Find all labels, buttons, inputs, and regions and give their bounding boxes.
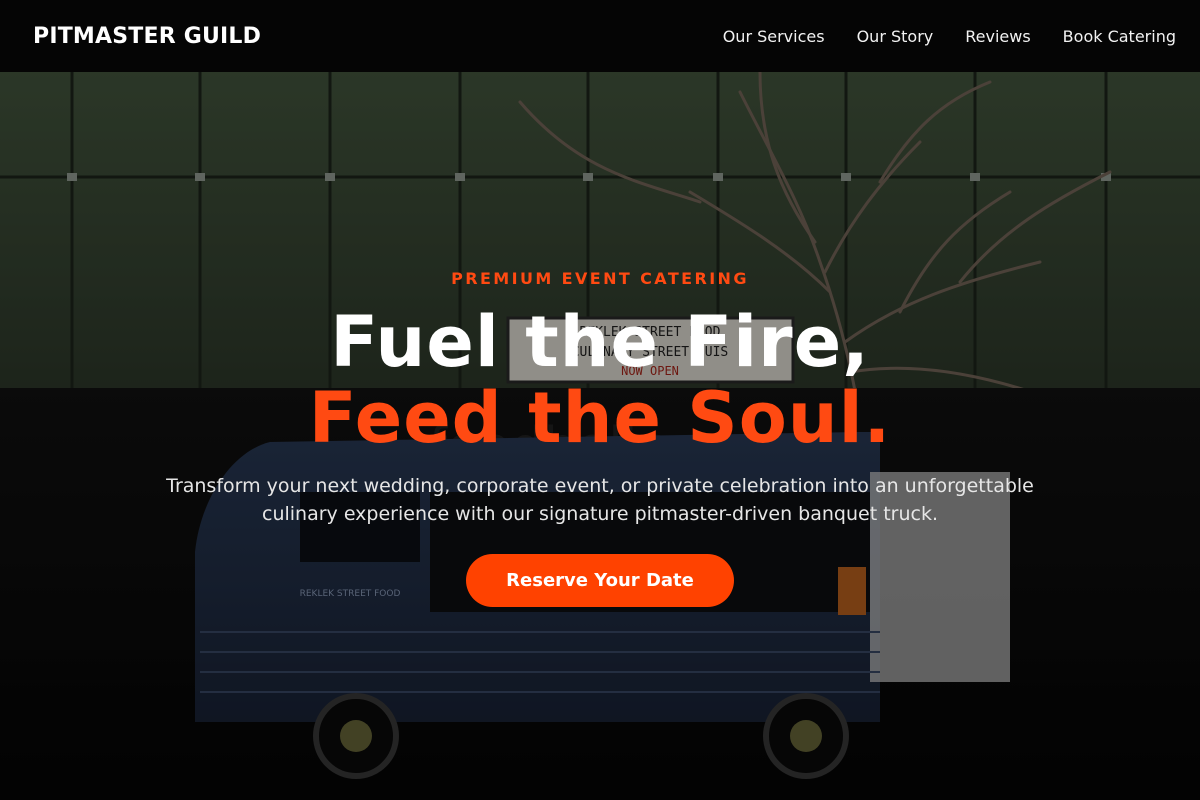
navbar: PITMASTER GUILD Our Services Our Story R… (0, 0, 1200, 72)
hero-eyebrow: PREMIUM EVENT CATERING (451, 269, 749, 288)
hero-headline-line1: Fuel the Fire, (330, 301, 870, 383)
nav-link-our-story[interactable]: Our Story (857, 27, 934, 46)
nav-link-book-catering[interactable]: Book Catering (1063, 27, 1176, 46)
hero-headline-line2: Feed the Soul. (308, 377, 892, 459)
hero-tagline: Transform your next wedding, corporate e… (166, 475, 1034, 525)
hero-section: REKLEK STREET FOOD CULINARY STREET CUIS … (0, 72, 1200, 800)
hero-content: PREMIUM EVENT CATERING Fuel the Fire, Fe… (0, 72, 1200, 800)
reserve-date-button[interactable]: Reserve Your Date (466, 554, 734, 607)
brand-logo[interactable]: PITMASTER GUILD (33, 24, 261, 49)
nav-link-reviews[interactable]: Reviews (965, 27, 1030, 46)
nav-links: Our Services Our Story Reviews Book Cate… (723, 27, 1176, 46)
nav-link-our-services[interactable]: Our Services (723, 27, 825, 46)
